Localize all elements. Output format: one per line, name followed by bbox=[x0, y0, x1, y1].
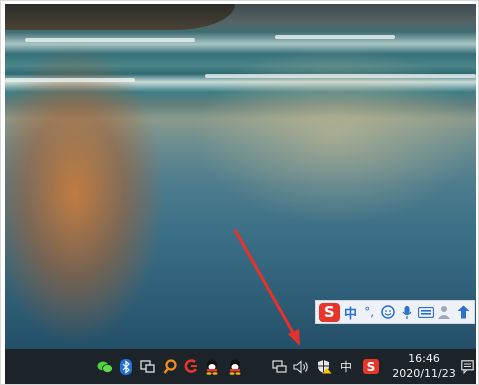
sogou-logo-icon[interactable]: S bbox=[319, 302, 340, 322]
qq-icon[interactable] bbox=[204, 359, 220, 375]
wave-foam bbox=[275, 35, 395, 39]
clock-date: 2020/11/23 bbox=[392, 367, 456, 380]
emoji-icon[interactable] bbox=[380, 303, 396, 321]
language-indicator[interactable]: 中 bbox=[338, 359, 354, 374]
keyboard-icon[interactable] bbox=[417, 303, 434, 321]
wechat-icon[interactable] bbox=[97, 359, 113, 374]
security-shield-icon[interactable] bbox=[316, 359, 332, 374]
clock-time: 16:46 bbox=[408, 352, 440, 365]
punctuation-toggle[interactable]: °, bbox=[361, 303, 377, 321]
wave-foam bbox=[5, 78, 135, 82]
search-tool-icon[interactable] bbox=[162, 359, 178, 374]
desktop-wallpaper: S 中 °, bbox=[5, 4, 476, 349]
network-icon[interactable] bbox=[271, 359, 287, 374]
microphone-icon[interactable] bbox=[399, 303, 415, 321]
toolbox-icon[interactable] bbox=[455, 303, 471, 321]
wave-foam bbox=[205, 74, 476, 78]
volume-icon[interactable] bbox=[292, 359, 312, 374]
bluetooth-icon[interactable] bbox=[119, 358, 133, 375]
wave-foam bbox=[25, 38, 195, 42]
sogou-ime-toolbar[interactable]: S 中 °, bbox=[315, 300, 475, 324]
device-icon[interactable] bbox=[139, 359, 155, 374]
weibo-icon[interactable] bbox=[183, 359, 199, 374]
qq-icon[interactable] bbox=[227, 359, 243, 375]
skin-icon[interactable] bbox=[437, 303, 453, 321]
taskbar: 中 S 16:46 2020/11/23 bbox=[5, 349, 476, 384]
clock[interactable]: 16:46 2020/11/23 bbox=[391, 351, 457, 382]
notification-icon[interactable] bbox=[460, 359, 474, 374]
screenshot-frame: S 中 °, 中 S 16:46 2020/11/23 bbox=[0, 0, 479, 385]
ime-mode-toggle[interactable]: 中 bbox=[343, 303, 359, 322]
wallpaper-rock bbox=[5, 4, 235, 30]
svg-text:S: S bbox=[367, 360, 376, 374]
sogou-tray-icon[interactable]: S bbox=[362, 359, 380, 374]
